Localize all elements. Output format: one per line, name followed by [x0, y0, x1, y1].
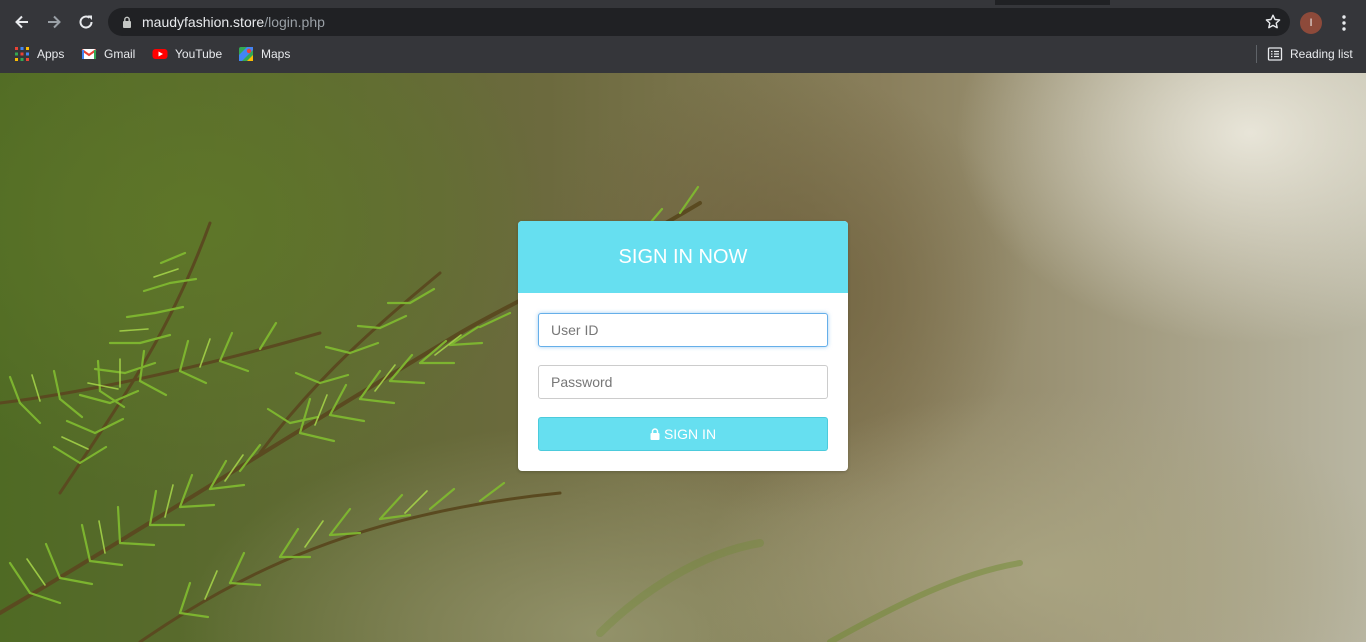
bookmark-label: Gmail	[104, 47, 136, 61]
reading-list-button[interactable]: Reading list	[1267, 44, 1353, 64]
page-background: SIGN IN NOW SIGN IN	[0, 73, 1366, 642]
forward-button[interactable]	[40, 8, 68, 36]
reload-button[interactable]	[72, 8, 100, 36]
lock-icon	[123, 16, 131, 28]
more-vert-icon	[1342, 15, 1346, 31]
url-host: maudyfashion.store	[142, 14, 265, 30]
lock-icon	[650, 428, 660, 440]
sign-in-button[interactable]: SIGN IN	[538, 417, 828, 451]
login-card: SIGN IN NOW SIGN IN	[518, 221, 848, 471]
apps-grid-icon	[15, 47, 29, 61]
bookmark-gmail[interactable]: Gmail	[81, 44, 135, 64]
url-text: maudyfashion.store/login.php	[142, 14, 325, 30]
back-button[interactable]	[8, 8, 36, 36]
browser-chrome: maudyfashion.store/login.php I Apps Gmai…	[0, 0, 1366, 73]
bookmark-label: Apps	[37, 47, 65, 61]
bookmarks-bar: Apps Gmail YouTube Maps Reading list	[0, 41, 1366, 67]
url-path: /login.php	[264, 14, 325, 30]
bookmarks-divider	[1256, 45, 1257, 63]
bookmark-label: Maps	[261, 47, 291, 61]
reading-list-icon	[1267, 47, 1283, 61]
bookmark-maps[interactable]: Maps	[238, 44, 290, 64]
bookmark-star-icon[interactable]	[1264, 13, 1282, 31]
bookmark-youtube[interactable]: YouTube	[152, 44, 222, 64]
navigation-bar: maudyfashion.store/login.php I	[0, 5, 1366, 39]
login-card-header: SIGN IN NOW	[518, 221, 848, 293]
youtube-icon	[152, 49, 168, 59]
bookmark-label: YouTube	[175, 47, 223, 61]
maps-icon	[239, 47, 253, 61]
user-id-input[interactable]	[538, 313, 828, 347]
bookmark-apps[interactable]: Apps	[14, 44, 64, 64]
arrow-right-icon	[48, 15, 61, 29]
sign-in-label: SIGN IN	[663, 426, 717, 442]
arrow-left-icon	[15, 15, 28, 29]
profile-avatar[interactable]: I	[1300, 12, 1322, 34]
reload-icon	[79, 15, 93, 29]
address-bar[interactable]: maudyfashion.store/login.php	[108, 8, 1290, 36]
gmail-icon	[81, 49, 97, 59]
reading-list-label: Reading list	[1290, 47, 1353, 61]
login-title: SIGN IN NOW	[618, 246, 748, 268]
password-input[interactable]	[538, 365, 828, 399]
browser-menu-button[interactable]	[1334, 12, 1354, 34]
